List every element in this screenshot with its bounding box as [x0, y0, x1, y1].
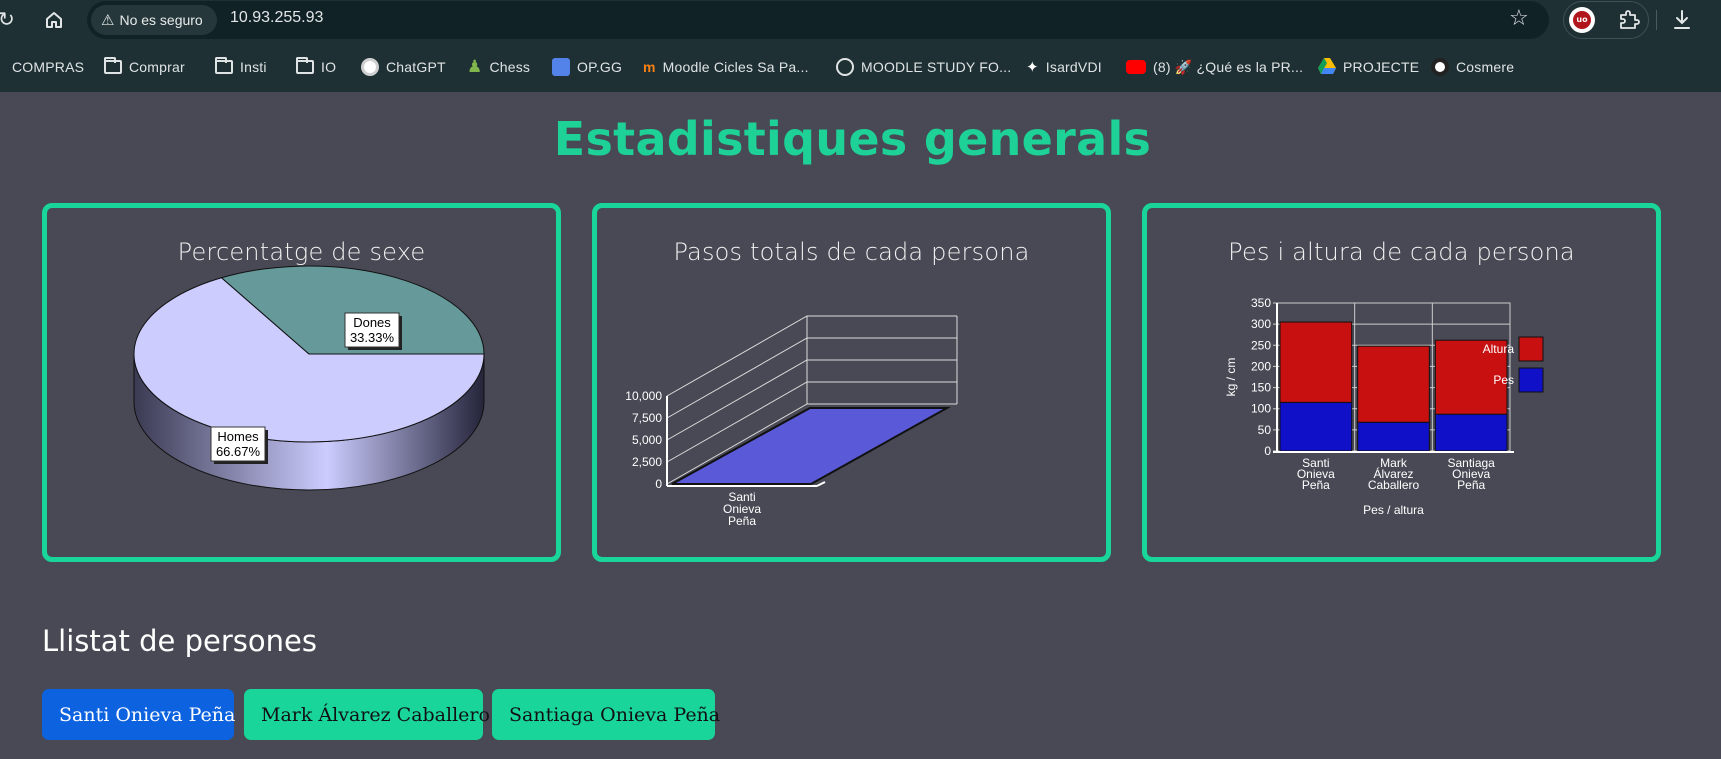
- star-icon[interactable]: ☆: [1509, 8, 1529, 30]
- bookmark-opgg[interactable]: OP.GG: [552, 57, 622, 77]
- legend-swatch: [1518, 336, 1544, 362]
- bookmark-youtube[interactable]: (8) 🚀 ¿Qué es la PR...: [1126, 57, 1303, 77]
- security-label: No es seguro: [119, 12, 203, 28]
- bookmark-cosmere[interactable]: Cosmere: [1431, 57, 1514, 77]
- y-tick-label: 10,000: [625, 389, 662, 403]
- extensions-puzzle-icon[interactable]: [1618, 9, 1640, 35]
- legend-swatch: [1518, 367, 1544, 393]
- bookmark-insti[interactable]: Insti: [215, 57, 267, 77]
- x-tick-label: Peña: [728, 514, 756, 528]
- folder-icon: [104, 57, 122, 74]
- cosmere-icon: [1431, 58, 1449, 76]
- bookmark-moodle-study[interactable]: MOODLE STUDY FO...: [836, 57, 1011, 77]
- y-tick-label: 100: [1251, 402, 1271, 416]
- bookmark-chatgpt[interactable]: ChatGPT: [361, 57, 446, 77]
- bookmark-label: ChatGPT: [386, 59, 446, 75]
- y-tick-label: 200: [1251, 359, 1271, 373]
- bookmark-label: Insti: [240, 59, 267, 75]
- weight-height-bar-chart: 050100150200250300350SantiOnievaPeñaMark…: [1224, 296, 1544, 517]
- bookmark-projecte[interactable]: PROJECTE: [1318, 57, 1419, 77]
- label-value: 33.33%: [350, 330, 395, 345]
- chess-pawn-icon: ♟: [467, 57, 483, 76]
- steps-bar-chart: 02,5005,0007,50010,000SantiOnievaPeña: [625, 315, 958, 528]
- y-tick-label: 5,000: [632, 433, 662, 447]
- bookmark-label: Chess: [489, 59, 531, 75]
- y-tick-label: 50: [1258, 423, 1272, 437]
- bookmark-label: Cosmere: [1456, 59, 1515, 75]
- steps-bar-santi: [671, 407, 951, 485]
- moodle-icon: m: [643, 59, 656, 75]
- globe-icon: [836, 58, 854, 76]
- bar-altura-0: [1279, 321, 1353, 403]
- y-tick-label: 0: [655, 477, 662, 491]
- bookmark-label: COMPRAS: [12, 59, 85, 75]
- person-button-santiaga[interactable]: Santiaga Onieva Peña: [492, 689, 720, 740]
- bookmark-label: OP.GG: [577, 59, 623, 75]
- sex-pie-chart: Dones33.33% Homes66.67%: [133, 265, 485, 491]
- x-tick-label: Caballero: [1368, 478, 1420, 492]
- isard-icon: ✦: [1026, 59, 1039, 76]
- bar-altura-1: [1357, 345, 1430, 423]
- y-tick-label: 7,500: [632, 411, 662, 425]
- folder-icon: [215, 57, 233, 74]
- pie-label-dones: Dones33.33%: [344, 312, 402, 350]
- bookmark-label: IO: [321, 59, 337, 75]
- bar-pes-0: [1279, 401, 1353, 452]
- y-axis-label: kg / cm: [1224, 358, 1238, 397]
- sex-percentage-card: Percentatge de sexe Dones 33.33% Homes 66.6…: [42, 203, 561, 562]
- bookmark-compras[interactable]: COMPRAS: [12, 57, 84, 77]
- bookmark-moodle-cicles[interactable]: m Moodle Cicles Sa Pa...: [643, 57, 809, 77]
- weight-height-card: Pes i altura de cada persona 0 50 100 150 20…: [1142, 203, 1661, 562]
- y-tick-label: 0: [1264, 444, 1271, 458]
- people-list-heading: Llistat de persones: [42, 624, 317, 658]
- home-icon[interactable]: [44, 10, 64, 34]
- chatgpt-icon: [361, 58, 379, 76]
- bookmark-label: Moodle Cicles Sa Pa...: [662, 59, 809, 75]
- opgg-icon: [552, 58, 570, 76]
- bookmark-label: (8) 🚀 ¿Qué es la PR...: [1153, 58, 1304, 75]
- label-name: Dones: [353, 315, 391, 330]
- bookmark-isardvdi[interactable]: ✦ IsardVDI: [1026, 57, 1102, 77]
- y-tick-label: 250: [1251, 338, 1271, 352]
- bookmark-io[interactable]: IO: [296, 57, 336, 77]
- legend-label: Altura: [1483, 342, 1515, 356]
- label-name: Homes: [217, 429, 259, 444]
- browser-toolbar: ↻ ⚠ No es seguro 10.93.255.93 ☆ uo: [0, 0, 1721, 40]
- bookmark-chess[interactable]: ♟ Chess: [467, 57, 530, 77]
- y-tick-label: 150: [1251, 381, 1271, 395]
- legend-label: Pes: [1493, 373, 1514, 387]
- bar-pes-1: [1357, 421, 1430, 452]
- person-button-mark[interactable]: Mark Álvarez Caballero: [244, 689, 490, 740]
- y-tick-label: 2,500: [632, 455, 662, 469]
- person-button-santi[interactable]: Santi Onieva Peña: [42, 689, 235, 740]
- y-tick-label: 300: [1251, 317, 1271, 331]
- pie-label-homes: Homes66.67%: [210, 426, 268, 464]
- bookmark-label: MOODLE STUDY FO...: [861, 59, 1012, 75]
- x-tick-label: Peña: [1457, 478, 1485, 492]
- bar-pes-2: [1434, 413, 1508, 452]
- label-value: 66.67%: [216, 444, 261, 459]
- warning-icon: ⚠: [101, 12, 115, 29]
- ublock-icon[interactable]: uo: [1569, 7, 1595, 33]
- x-tick-label: Peña: [1302, 478, 1330, 492]
- folder-icon: [296, 57, 314, 74]
- bookmark-label: Comprar: [129, 59, 185, 75]
- youtube-icon: [1126, 60, 1146, 74]
- bookmark-comprar[interactable]: Comprar: [104, 57, 185, 77]
- security-chip[interactable]: ⚠ No es seguro: [91, 5, 217, 35]
- url-text[interactable]: 10.93.255.93: [230, 9, 323, 27]
- grid-line: [666, 315, 957, 397]
- x-axis-depth: [816, 481, 826, 487]
- bookmark-label: IsardVDI: [1045, 59, 1102, 75]
- bookmark-label: PROJECTE: [1343, 59, 1420, 75]
- drive-icon: [1318, 57, 1336, 77]
- download-icon[interactable]: [1672, 9, 1692, 35]
- x-axis-label: Pes / altura: [1363, 503, 1424, 517]
- page-title: Estadistiques generals: [553, 112, 1152, 166]
- grid-line: [666, 337, 957, 419]
- total-steps-card: Pasos totals de cada persona 0 2,500 5,000…: [592, 203, 1111, 562]
- y-tick-label: 350: [1251, 296, 1271, 310]
- reload-icon[interactable]: ↻: [0, 9, 15, 29]
- toolbar-separator: [1656, 10, 1657, 30]
